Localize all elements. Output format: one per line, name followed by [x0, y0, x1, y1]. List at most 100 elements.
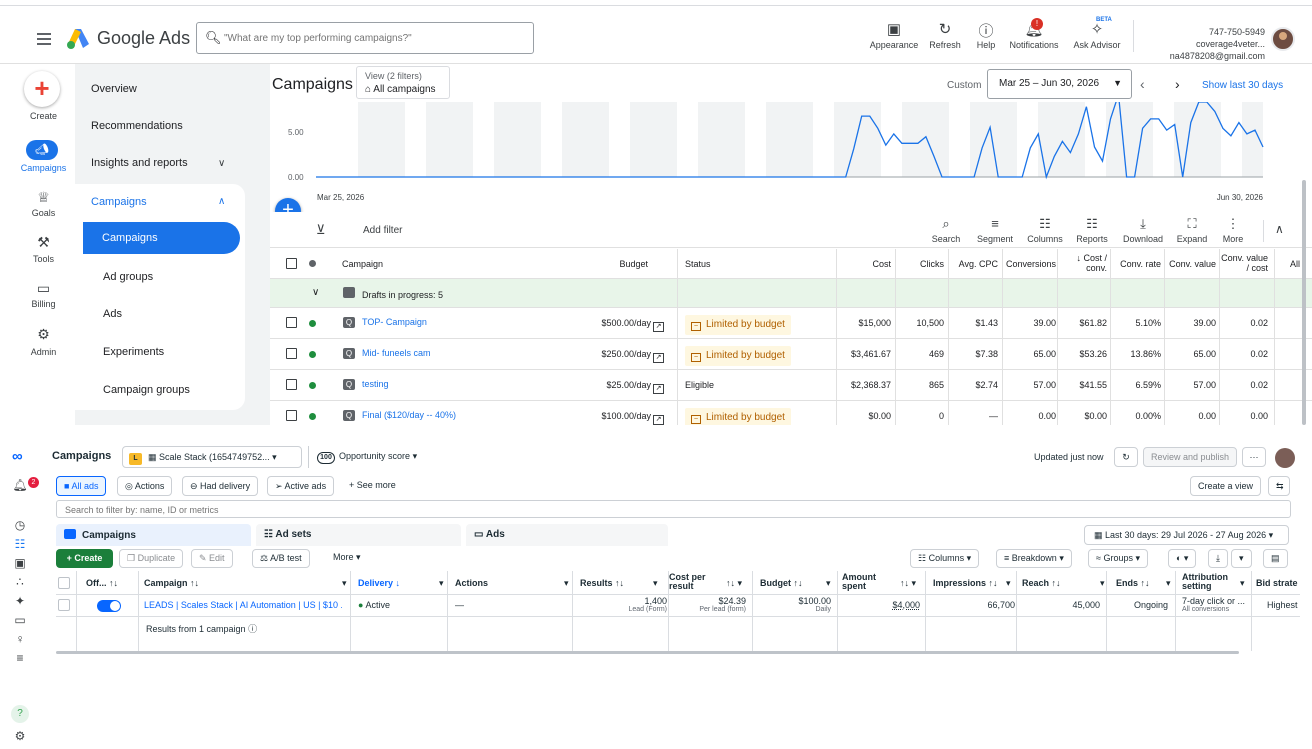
avatar[interactable]: [1271, 27, 1295, 51]
chip-actions[interactable]: ◎ Actions: [117, 476, 173, 496]
campaign-name-link[interactable]: Mid- funeels cam: [362, 348, 431, 358]
tools-icon[interactable]: ⚒: [0, 234, 87, 251]
tab-ad-sets[interactable]: ☷ Ad sets: [256, 524, 461, 546]
add-filter-button[interactable]: Add filter: [363, 225, 402, 236]
campaign-toggle[interactable]: [97, 600, 121, 612]
col-sort-icon[interactable]: ▾: [564, 578, 569, 589]
col-impressions[interactable]: Impressions ↑↓: [933, 578, 998, 588]
review-publish-button[interactable]: Review and publish: [1143, 447, 1237, 467]
groups-button[interactable]: ≈ Groups ▾: [1088, 549, 1149, 568]
account-info[interactable]: 747-750-5949 coverage4veter... na4878208…: [1143, 26, 1265, 62]
create-view-button[interactable]: Create a view: [1190, 476, 1262, 496]
segment-button[interactable]: ≡ Segment: [970, 216, 1020, 244]
gear-icon[interactable]: ⚙: [0, 729, 40, 743]
reports-button[interactable]: ☷ Reports: [1067, 216, 1117, 244]
opportunity-score[interactable]: 100 Opportunity score ▾: [308, 446, 436, 468]
col-budget[interactable]: Budget: [590, 259, 648, 269]
col-bid-strategy[interactable]: Bid strate: [1256, 578, 1298, 588]
drafts-row[interactable]: ∨ Drafts in progress: 5: [270, 279, 1312, 308]
settings-toggle-icon[interactable]: ⇆: [1268, 476, 1290, 496]
search-box[interactable]: 🔍︎: [196, 22, 534, 54]
nav-insights[interactable]: Insights and reports: [91, 157, 188, 169]
more-options-button[interactable]: ···: [1242, 447, 1266, 467]
col-actions[interactable]: Actions: [455, 578, 488, 588]
nav-overview[interactable]: Overview: [91, 83, 137, 95]
audience-icon[interactable]: ∴: [0, 575, 40, 589]
ab-test-button[interactable]: ⚖ A/B test: [252, 549, 310, 568]
nav-ad-groups[interactable]: Ad groups: [103, 271, 153, 283]
nav-campaign-groups[interactable]: Campaign groups: [103, 384, 190, 396]
col-conv-value-cost[interactable]: Conv. value / cost: [1220, 253, 1268, 273]
billing-icon[interactable]: ▭: [0, 613, 40, 627]
col-sort-icon[interactable]: ▾: [826, 578, 831, 589]
rail-item-billing[interactable]: Billing: [0, 299, 87, 309]
menu-icon[interactable]: [37, 33, 51, 48]
report-button[interactable]: ▤: [1263, 549, 1288, 568]
campaign-name-link[interactable]: TOP- Campaign: [362, 317, 427, 327]
col-campaign[interactable]: Campaign: [342, 259, 383, 269]
col-sort-icon[interactable]: ↑↓ ▾: [900, 578, 916, 589]
row-checkbox[interactable]: [286, 348, 297, 359]
col-cost-per-result[interactable]: Cost per result: [669, 573, 707, 591]
col-sort-icon[interactable]: ▾: [1166, 578, 1171, 589]
row-checkbox[interactable]: [58, 599, 70, 611]
col-conversions[interactable]: Conversions: [1002, 259, 1056, 269]
billing-icon[interactable]: ▭: [0, 280, 87, 297]
view-selector[interactable]: View (2 filters) ⌂ All campaigns: [356, 66, 450, 99]
date-range-picker[interactable]: Mar 25 – Jun 30, 2026 ▼: [987, 69, 1132, 99]
col-sort-icon[interactable]: ▾: [1100, 578, 1105, 589]
next-period-icon[interactable]: ›: [1175, 76, 1180, 92]
more-dropdown[interactable]: More ▾: [326, 549, 368, 568]
col-off-on[interactable]: Off... ↑↓: [86, 578, 118, 588]
campaigns-icon[interactable]: 📣︎: [26, 140, 58, 160]
prev-period-icon[interactable]: ‹: [1140, 76, 1145, 92]
horizontal-scrollbar[interactable]: [56, 651, 1239, 654]
nav-campaigns[interactable]: Campaigns: [83, 222, 240, 254]
create-button[interactable]: + Create: [56, 549, 113, 568]
nav-ads[interactable]: Ads: [103, 308, 122, 320]
rail-item-admin[interactable]: Admin: [0, 347, 87, 357]
duplicate-button[interactable]: ❐ Duplicate: [119, 549, 184, 568]
view-options-button[interactable]: ◐ ▾: [1168, 549, 1197, 568]
gear-icon[interactable]: ⚙: [0, 326, 87, 343]
col-all[interactable]: All: [1290, 259, 1300, 269]
export-button[interactable]: ⤓: [1208, 549, 1228, 568]
select-all-checkbox[interactable]: [286, 258, 297, 269]
budget-chart-icon[interactable]: ↗: [653, 353, 664, 363]
budget-chart-icon[interactable]: ↗: [653, 415, 664, 425]
budget-chart-icon[interactable]: ↗: [653, 384, 664, 394]
nav-campaigns-group[interactable]: Campaigns: [91, 196, 147, 208]
search-input[interactable]: [65, 503, 565, 517]
col-cost[interactable]: Cost: [835, 259, 891, 269]
chip-had-delivery[interactable]: ⊖ Had delivery: [182, 476, 259, 496]
col-sort-icon[interactable]: ↑↓ ▾: [726, 578, 742, 589]
campaign-name-link[interactable]: testing: [362, 379, 389, 389]
search-input[interactable]: [224, 29, 524, 47]
see-more-button[interactable]: + See more: [342, 476, 403, 496]
show-last-30-link[interactable]: Show last 30 days: [1202, 80, 1283, 91]
nav-recommendations[interactable]: Recommendations: [91, 120, 183, 132]
help-icon[interactable]: ?: [11, 705, 29, 723]
ask-advisor-button[interactable]: ✧ BETA Ask Advisor: [1070, 17, 1124, 50]
table-row[interactable]: Q TOP- Campaign $500.00/day ↗ ~ Limited by bu…: [270, 308, 1312, 339]
dashboard-icon[interactable]: ◷: [0, 518, 40, 532]
col-avg-cpc[interactable]: Avg. CPC: [948, 259, 998, 269]
col-cost-per-conv[interactable]: ↓ Cost / conv.: [1067, 253, 1107, 273]
row-checkbox[interactable]: [286, 410, 297, 421]
row-checkbox[interactable]: [286, 317, 297, 328]
table-row[interactable]: Q Mid- funeels cam $250.00/day ↗ ~ Limited by…: [270, 339, 1312, 370]
chevron-down-icon[interactable]: ∨: [218, 158, 225, 169]
col-ends[interactable]: Ends ↑↓: [1116, 578, 1150, 588]
col-conv-rate[interactable]: Conv. rate: [1111, 259, 1161, 269]
people-icon[interactable]: ♀: [0, 632, 40, 646]
campaign-name-link[interactable]: LEADS | Scales Stack | AI Automation | U…: [144, 600, 342, 610]
tab-ads[interactable]: ▭ Ads: [466, 524, 668, 546]
trophy-icon[interactable]: ♕: [0, 189, 87, 206]
col-reach[interactable]: Reach ↑↓: [1022, 578, 1061, 588]
create-button[interactable]: +: [24, 71, 60, 107]
col-sort-icon[interactable]: ▾: [653, 578, 658, 589]
col-sort-icon[interactable]: ▾: [1006, 578, 1011, 589]
columns-button[interactable]: ☷ Columns ▾: [910, 549, 980, 568]
breakdown-button[interactable]: ≡ Breakdown ▾: [996, 549, 1072, 568]
avatar[interactable]: [1275, 448, 1295, 468]
